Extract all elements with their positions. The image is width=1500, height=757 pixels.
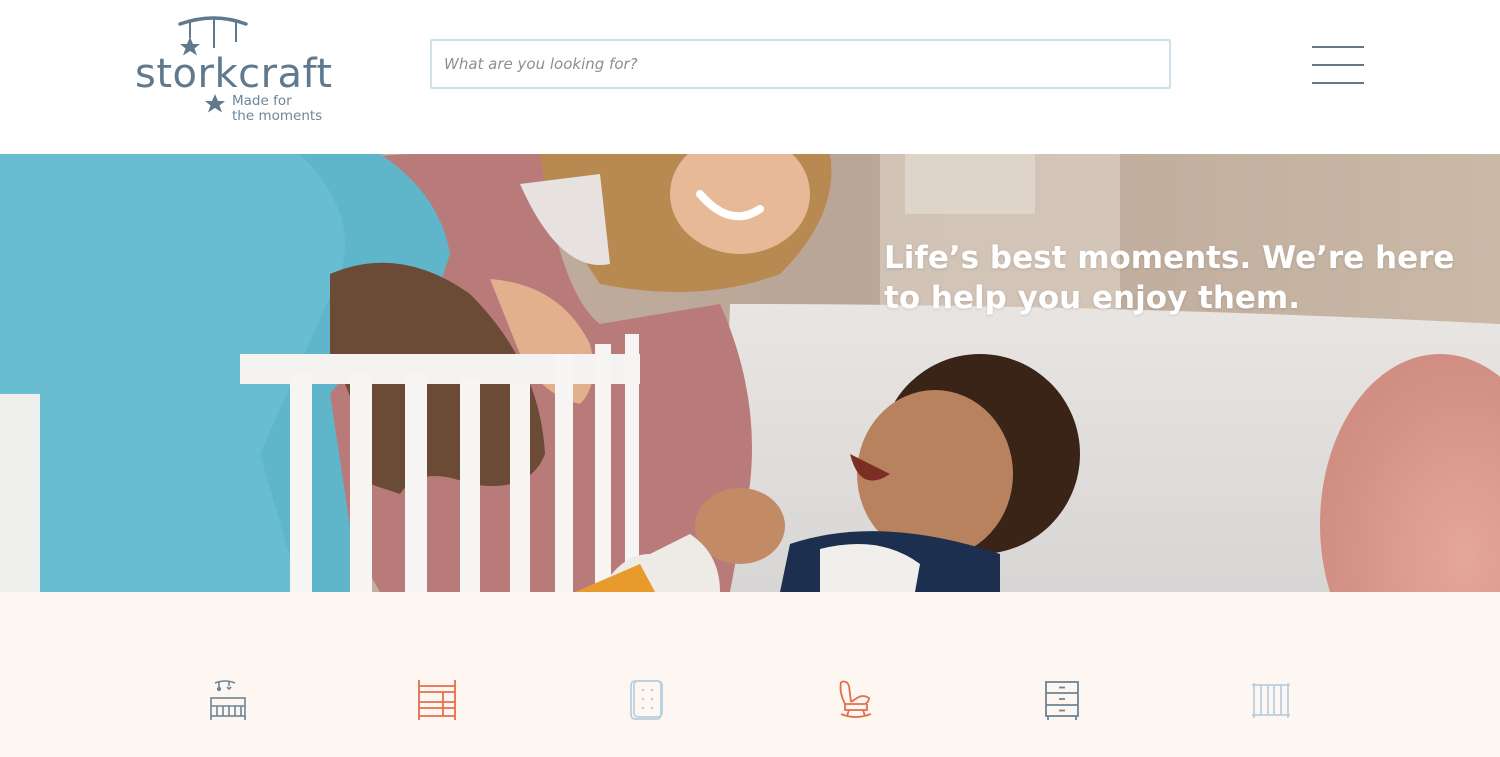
- category-dressers[interactable]: [1040, 678, 1084, 722]
- menu-bar-top: [1312, 46, 1364, 48]
- hero-banner: Life’s best moments. We’re here to help …: [0, 154, 1500, 592]
- hero-photo: [0, 154, 1500, 592]
- site-header: storkcraft Made for the moments: [0, 0, 1500, 154]
- glider-chair-icon: [839, 680, 872, 718]
- tagline-line-1: Made for: [232, 93, 292, 109]
- brand-name: storkcraft: [135, 51, 333, 97]
- category-mattresses[interactable]: [624, 678, 668, 722]
- storkcraft-logo[interactable]: storkcraft Made for the moments: [132, 14, 332, 134]
- brand-tagline: Made for the moments: [232, 94, 322, 124]
- tagline-line-2: the moments: [232, 108, 323, 124]
- menu-bar-bottom: [1312, 82, 1364, 84]
- menu-bar-middle: [1312, 64, 1364, 66]
- category-bar: [0, 592, 1500, 757]
- category-gliders[interactable]: [833, 678, 877, 722]
- bunk-bed-icon: [418, 680, 456, 720]
- hero-headline: Life’s best moments. We’re here to help …: [884, 240, 1455, 316]
- mattress-icon: [630, 680, 663, 720]
- search-input[interactable]: [430, 39, 1171, 89]
- category-cribs[interactable]: [207, 678, 251, 722]
- category-crib-rails[interactable]: [1249, 678, 1293, 722]
- category-bunk-beds[interactable]: [415, 678, 459, 722]
- crib-with-mobile-icon: [210, 680, 246, 720]
- hamburger-menu-button[interactable]: [1310, 44, 1366, 86]
- dresser-icon: [1045, 681, 1079, 720]
- crib-rail-icon: [1252, 683, 1290, 718]
